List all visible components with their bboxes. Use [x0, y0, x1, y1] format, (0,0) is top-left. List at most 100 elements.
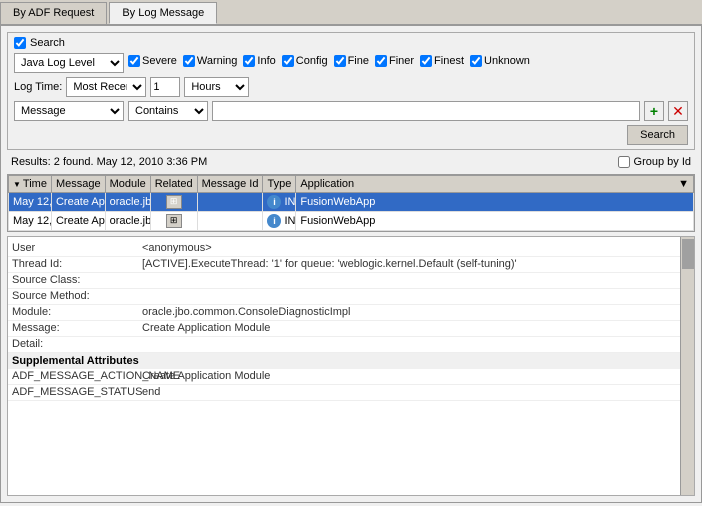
group-by-row: Group by Id: [618, 156, 691, 168]
detail-message-label: Message:: [12, 322, 142, 335]
search-label: Search: [30, 37, 65, 49]
filter-value-input[interactable]: Create Application Module: [212, 101, 640, 121]
info-checkbox[interactable]: [243, 55, 255, 67]
finer-checkbox[interactable]: [375, 55, 387, 67]
col-message-id[interactable]: Message Id: [197, 176, 263, 193]
detail-detail-row: Detail:: [8, 337, 694, 353]
fine-checkbox[interactable]: [334, 55, 346, 67]
details-panel: User <anonymous> Thread Id: [ACTIVE].Exe…: [7, 236, 695, 496]
col-module[interactable]: Module: [105, 176, 150, 193]
cell-time: May 12, 2010 2:5...: [9, 193, 52, 212]
detail-source-class-row: Source Class:: [8, 273, 694, 289]
warning-checkbox-label[interactable]: Warning: [183, 55, 238, 67]
detail-action-name-value: Create Application Module: [142, 370, 690, 383]
cell-module: oracle.jb...: [105, 193, 150, 212]
results-header: Results: 2 found. May 12, 2010 3:36 PM G…: [7, 154, 695, 170]
detail-action-name-label: ADF_MESSAGE_ACTION_NAME: [12, 370, 142, 383]
config-checkbox-label[interactable]: Config: [282, 55, 328, 67]
detail-message-row: Message: Create Application Module: [8, 321, 694, 337]
detail-action-name-row: ADF_MESSAGE_ACTION_NAME Create Applicati…: [8, 369, 694, 385]
tab-adf-request[interactable]: By ADF Request: [0, 2, 107, 24]
log-time-number[interactable]: 1: [150, 77, 180, 97]
log-time-select[interactable]: Most Recent: [66, 77, 146, 97]
detail-thread-value: [ACTIVE].ExecuteThread: '1' for queue: '…: [142, 258, 690, 271]
sort-arrow: ▼: [13, 180, 21, 189]
finest-checkbox-label[interactable]: Finest: [420, 55, 464, 67]
cell-related: ⊞: [150, 193, 197, 212]
search-button[interactable]: Search: [627, 125, 688, 145]
search-actions: Search: [14, 125, 688, 145]
remove-filter-button[interactable]: ✕: [668, 101, 688, 121]
log-time-label: Log Time:: [14, 81, 62, 93]
cell-type: iINFO: [263, 212, 296, 231]
col-time[interactable]: ▼Time: [9, 176, 52, 193]
detail-module-row: Module: oracle.jbo.common.ConsoleDiagnos…: [8, 305, 694, 321]
detail-detail-value: [142, 338, 690, 351]
severe-checkbox-label[interactable]: Severe: [128, 55, 177, 67]
tab-log-message[interactable]: By Log Message: [109, 2, 217, 24]
cell-module: oracle.jb...: [105, 212, 150, 231]
table-row[interactable]: May 12, 2010 2:5... Create Application M…: [9, 212, 694, 231]
detail-module-value: oracle.jbo.common.ConsoleDiagnosticImpl: [142, 306, 690, 319]
unknown-checkbox[interactable]: [470, 55, 482, 67]
info-icon: i: [267, 214, 281, 228]
cell-type: iINFO: [263, 193, 296, 212]
tab-bar: By ADF Request By Log Message: [0, 0, 702, 25]
group-by-checkbox[interactable]: [618, 156, 630, 168]
config-checkbox[interactable]: [282, 55, 294, 67]
finest-checkbox[interactable]: [420, 55, 432, 67]
cell-time: May 12, 2010 2:5...: [9, 212, 52, 231]
group-by-label: Group by Id: [634, 156, 691, 168]
results-summary: Results: 2 found. May 12, 2010 3:36 PM: [11, 156, 207, 168]
col-related[interactable]: Related: [150, 176, 197, 193]
severe-checkbox[interactable]: [128, 55, 140, 67]
cell-application: FusionWebApp: [296, 193, 694, 212]
cell-message: Create Application Module: [51, 212, 105, 231]
detail-source-method-row: Source Method:: [8, 289, 694, 305]
detail-thread-label: Thread Id:: [12, 258, 142, 271]
related-icon: ⊞: [166, 214, 182, 228]
col-message[interactable]: Message: [51, 176, 105, 193]
detail-source-class-label: Source Class:: [12, 274, 142, 287]
cell-application: FusionWebApp: [296, 212, 694, 231]
detail-source-class-value: [142, 274, 690, 287]
col-type[interactable]: Type: [263, 176, 296, 193]
info-icon: i: [267, 195, 281, 209]
detail-status-value: end: [142, 386, 690, 399]
add-filter-button[interactable]: +: [644, 101, 664, 121]
supplemental-header: Supplemental Attributes: [8, 353, 694, 369]
detail-source-method-value: [142, 290, 690, 303]
detail-source-method-label: Source Method:: [12, 290, 142, 303]
log-time-row: Log Time: Most Recent 1 Hours: [14, 77, 688, 97]
main-panel: Search Java Log Level Severe Warning Inf…: [0, 25, 702, 503]
detail-message-value: Create Application Module: [142, 322, 690, 335]
table-row[interactable]: May 12, 2010 2:5... Create Application M…: [9, 193, 694, 212]
filter-operator-select[interactable]: Contains: [128, 101, 208, 121]
filter-row: Message Contains Create Application Modu…: [14, 101, 688, 121]
log-level-row: Java Log Level Severe Warning Info Confi…: [14, 53, 688, 73]
filter-field-select[interactable]: Message: [14, 101, 124, 121]
cell-message-id: [197, 193, 263, 212]
cell-related: ⊞: [150, 212, 197, 231]
log-level-select[interactable]: Java Log Level: [14, 53, 124, 73]
results-table: ▼Time Message Module Related Message Id …: [8, 175, 694, 231]
details-scrollbar[interactable]: [680, 237, 694, 495]
detail-status-row: ADF_MESSAGE_STATUS end: [8, 385, 694, 401]
scrollbar-thumb[interactable]: [682, 239, 694, 269]
cell-message: Create Application Module: [51, 193, 105, 212]
search-header: Search: [14, 37, 688, 49]
detail-detail-label: Detail:: [12, 338, 142, 351]
info-checkbox-label[interactable]: Info: [243, 55, 275, 67]
search-collapse-checkbox[interactable]: [14, 37, 26, 49]
search-section: Search Java Log Level Severe Warning Inf…: [7, 32, 695, 150]
detail-user-value: <anonymous>: [142, 242, 690, 255]
checkbox-row: Severe Warning Info Config Fine Finer Fi…: [128, 55, 530, 67]
finer-checkbox-label[interactable]: Finer: [375, 55, 414, 67]
col-application[interactable]: Application ▼: [296, 176, 694, 193]
warning-checkbox[interactable]: [183, 55, 195, 67]
log-time-unit-select[interactable]: Hours: [184, 77, 249, 97]
detail-status-label: ADF_MESSAGE_STATUS: [12, 386, 142, 399]
unknown-checkbox-label[interactable]: Unknown: [470, 55, 530, 67]
detail-user-label: User: [12, 242, 142, 255]
fine-checkbox-label[interactable]: Fine: [334, 55, 369, 67]
